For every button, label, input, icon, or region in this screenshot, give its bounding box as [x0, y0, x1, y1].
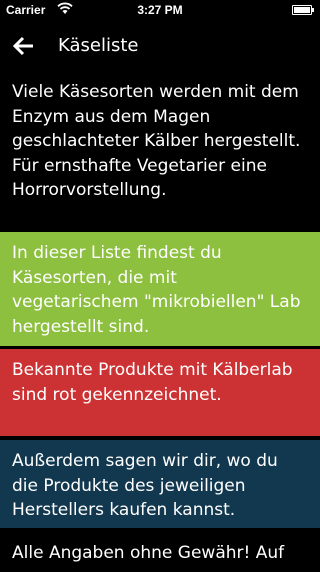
- page-title: Käseliste: [58, 35, 139, 56]
- disclaimer-block: Alle Angaben ohne Gewähr! Auf: [0, 532, 320, 572]
- back-arrow-icon[interactable]: [12, 34, 36, 58]
- status-time: 3:27 PM: [137, 3, 183, 17]
- info-red-block: Bekannte Produkte mit Kälberlab sind rot…: [0, 349, 320, 436]
- info-green-block: In dieser Liste findest du Käsesorten, d…: [0, 232, 320, 346]
- status-bar: Carrier 3:27 PM: [0, 0, 320, 20]
- nav-bar: Käseliste: [0, 20, 320, 72]
- battery-icon: [292, 5, 314, 15]
- info-blue-block: Außerdem sagen wir dir, wo du die Produk…: [0, 440, 320, 528]
- intro-text-block: Viele Käsesorten werden mit dem Enzym au…: [0, 78, 320, 230]
